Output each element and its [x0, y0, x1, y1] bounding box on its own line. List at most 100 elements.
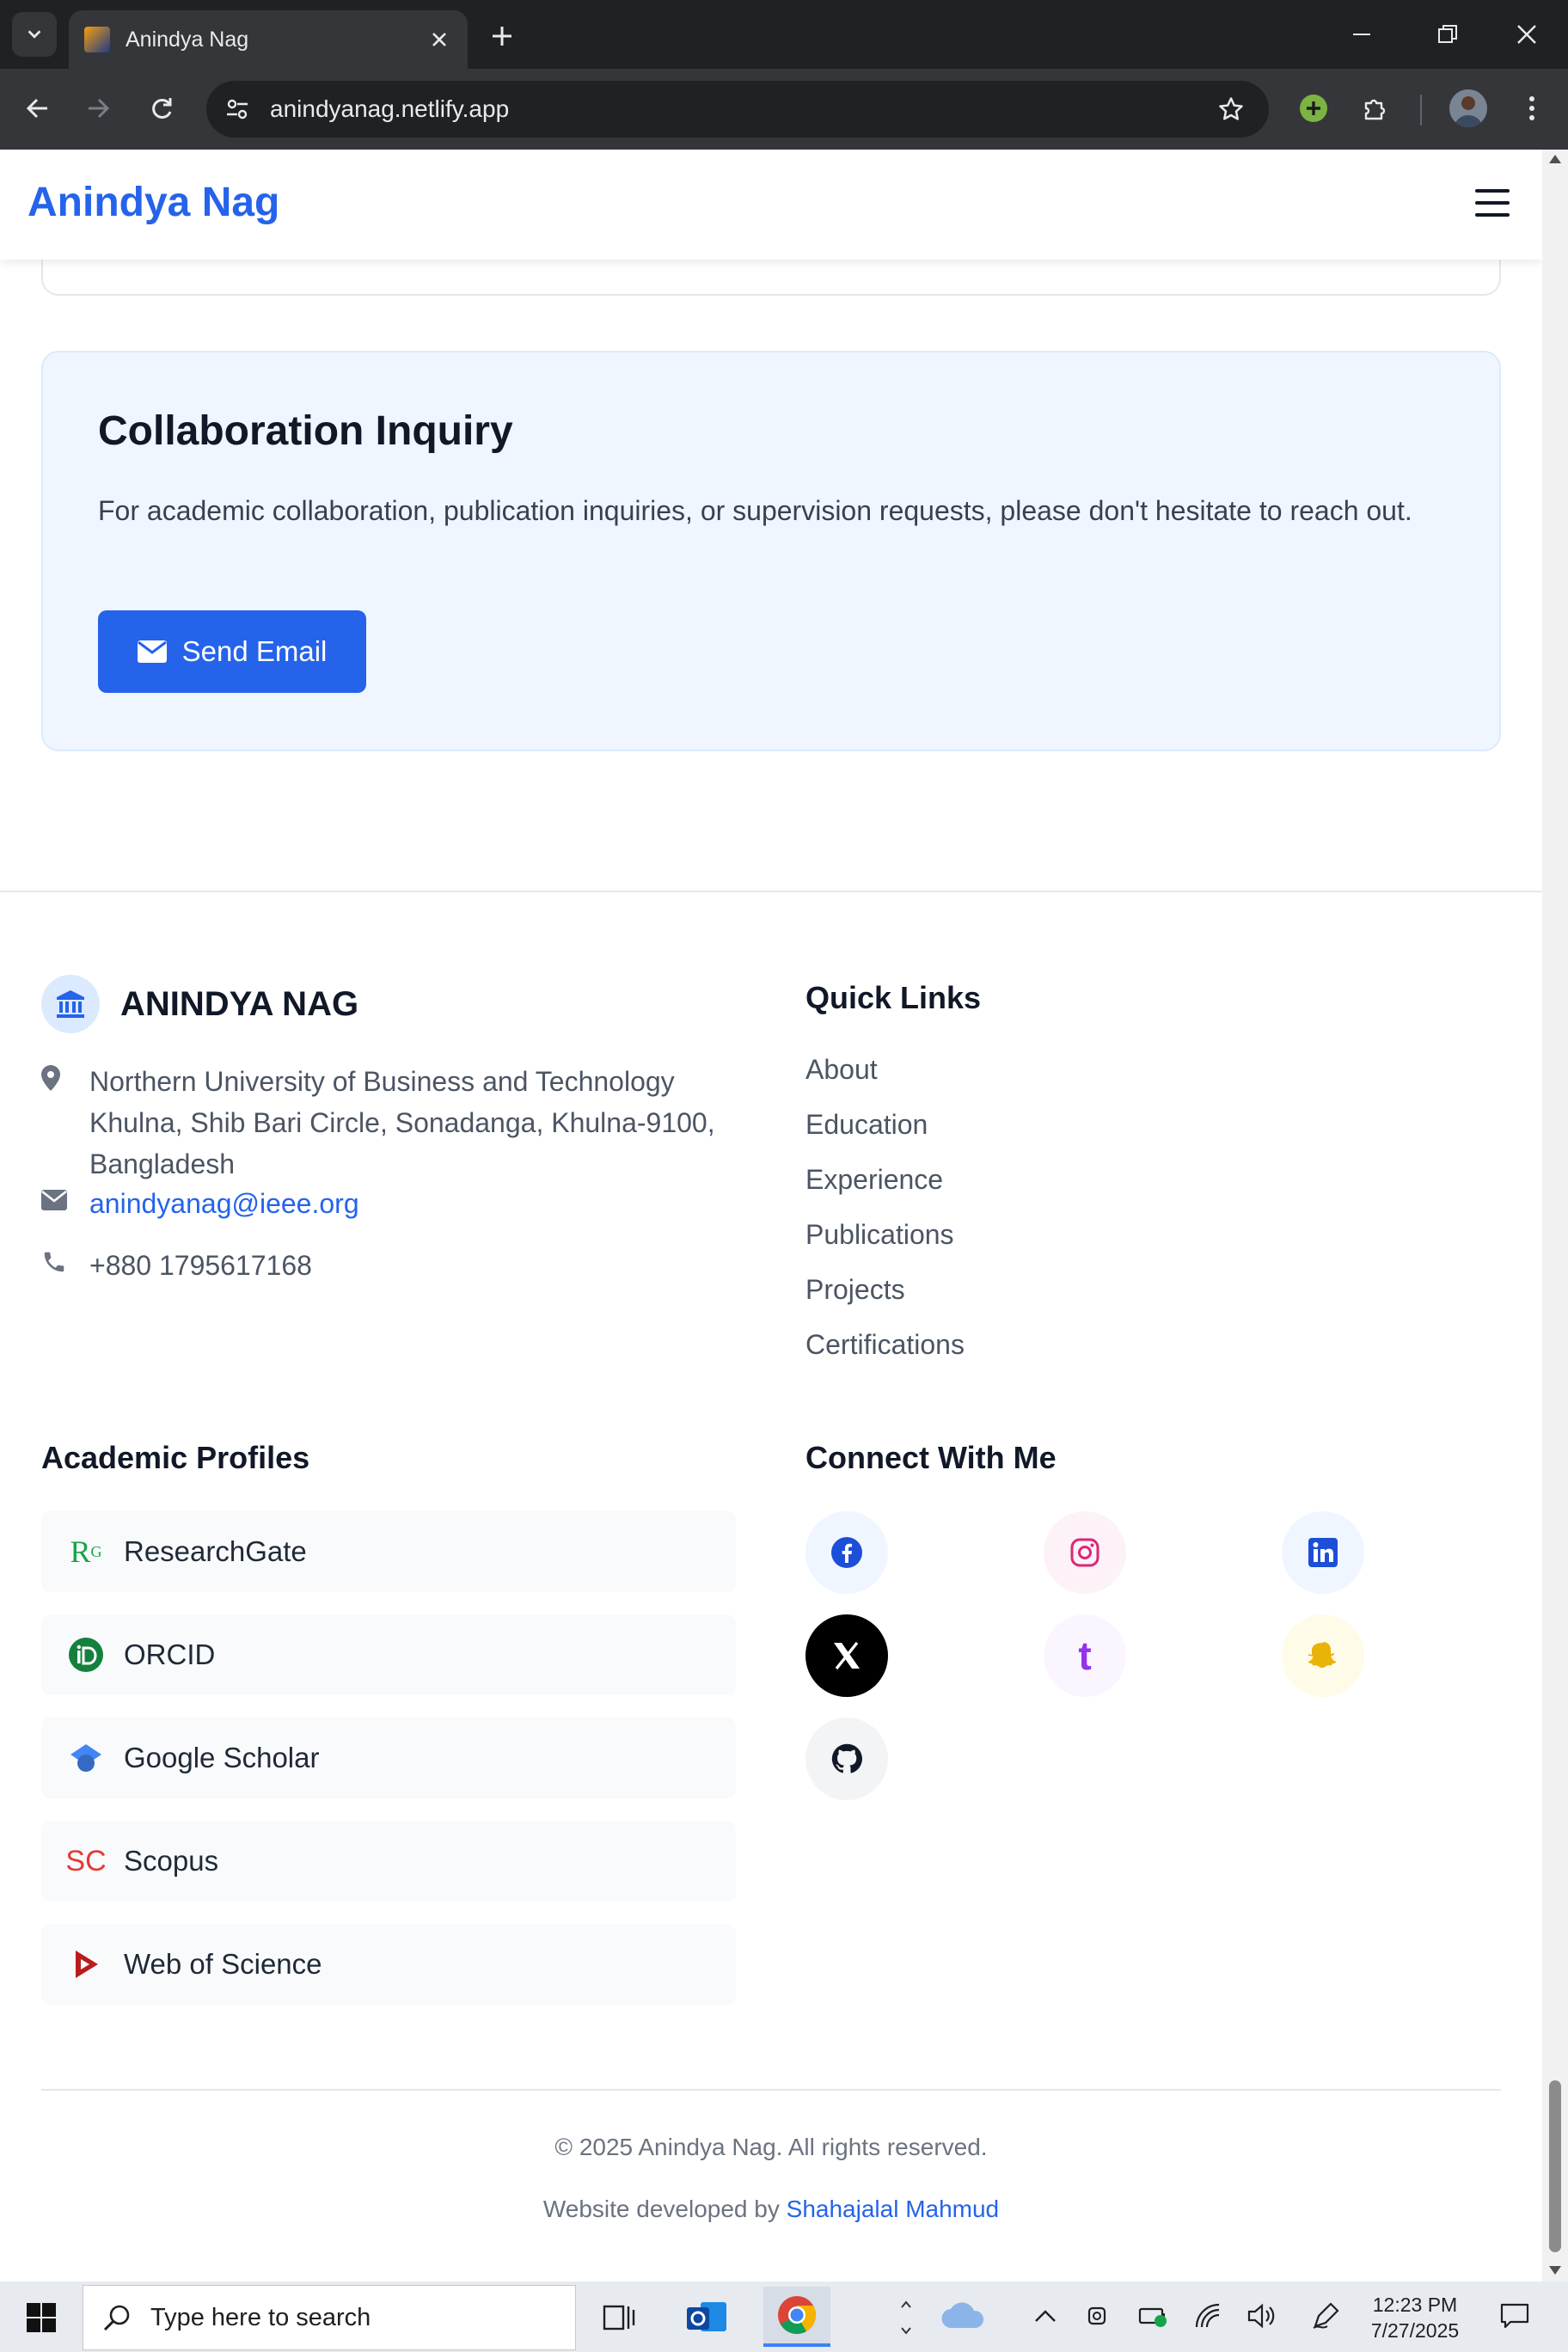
browser-tab-strip: Anindya Nag: [0, 0, 1568, 69]
wifi-icon: [1195, 2303, 1220, 2328]
tab-title: Anindya Nag: [126, 27, 249, 52]
scroll-up-arrow-icon[interactable]: [1549, 155, 1561, 163]
scrollbar-thumb[interactable]: [1549, 2080, 1561, 2252]
battery-tray[interactable]: [1136, 2299, 1171, 2333]
meet-tray[interactable]: [1081, 2299, 1116, 2333]
address-bar[interactable]: anindyanag.netlify.app: [206, 81, 1269, 138]
close-icon: [1517, 25, 1536, 44]
tumblr-button[interactable]: t: [1044, 1614, 1126, 1697]
envelope-icon: [137, 640, 167, 663]
quick-link-experience[interactable]: Experience: [805, 1164, 943, 1196]
collaboration-card: Collaboration Inquiry For academic colla…: [41, 351, 1501, 751]
task-view-button[interactable]: [591, 2290, 646, 2345]
envelope-icon: [41, 1183, 69, 1217]
footer-address: Northern University of Business and Tech…: [41, 1061, 729, 1185]
forward-button[interactable]: [77, 88, 119, 129]
developed-by-text: Website developed by: [542, 2196, 780, 2222]
developer-link[interactable]: Shahajalal Mahmud: [787, 2196, 1000, 2222]
task-view-icon: [603, 2305, 635, 2331]
search-icon: [103, 2305, 130, 2331]
start-button[interactable]: [17, 2294, 65, 2342]
menu-button[interactable]: [1472, 184, 1513, 222]
show-hidden-icons[interactable]: [1028, 2299, 1063, 2333]
x-button[interactable]: [805, 1614, 888, 1697]
linkedin-button[interactable]: [1282, 1511, 1364, 1594]
avatar-icon: [1455, 96, 1482, 127]
browser-menu-button[interactable]: [1511, 88, 1553, 129]
clock-time: 12:23 PM: [1372, 2294, 1458, 2316]
footer-bottom-divider: [41, 2089, 1501, 2091]
taskbar-clock[interactable]: 12:23 PM 7/27/2025: [1362, 2292, 1468, 2343]
minimize-icon: [1353, 34, 1370, 35]
researchgate-icon: RG: [70, 1534, 102, 1569]
quick-link-publications[interactable]: Publications: [805, 1219, 954, 1251]
back-button[interactable]: [17, 88, 58, 129]
snapchat-button[interactable]: [1282, 1614, 1364, 1697]
snapchat-icon: [1308, 1642, 1337, 1668]
arrow-left-icon: [26, 98, 47, 119]
pen-tray[interactable]: [1308, 2299, 1343, 2333]
connect-title: Connect With Me: [805, 1440, 1057, 1475]
profile-google-scholar[interactable]: Google Scholar: [41, 1718, 736, 1798]
browser-tab[interactable]: Anindya Nag: [69, 10, 468, 69]
page-viewport: Anindya Nag Collaboration Inquiry For ac…: [0, 150, 1542, 2282]
tab-search-button[interactable]: [12, 12, 57, 57]
close-icon: [432, 33, 446, 46]
page-scrollbar[interactable]: [1542, 150, 1568, 2282]
footer-divider: [0, 891, 1542, 892]
x-icon: [834, 1642, 860, 1669]
profile-researchgate[interactable]: RG ResearchGate: [41, 1511, 736, 1592]
instagram-button[interactable]: [1044, 1511, 1126, 1594]
battery-icon: [1138, 2307, 1167, 2327]
facebook-button[interactable]: [805, 1511, 888, 1594]
site-header: Anindya Nag: [0, 150, 1542, 260]
close-tab-button[interactable]: [426, 27, 452, 52]
github-button[interactable]: [805, 1718, 888, 1800]
chrome-app[interactable]: [763, 2287, 830, 2347]
profile-label: Scopus: [124, 1845, 219, 1877]
profile-orcid[interactable]: ORCID: [41, 1614, 736, 1695]
bookmark-button[interactable]: [1210, 89, 1252, 130]
quick-link-education[interactable]: Education: [805, 1109, 928, 1141]
site-brand-link[interactable]: Anindya Nag: [28, 179, 279, 226]
taskbar-scroll[interactable]: [889, 2287, 923, 2349]
onedrive-tray[interactable]: [939, 2299, 987, 2333]
send-email-button[interactable]: Send Email: [98, 610, 366, 693]
reload-button[interactable]: [141, 88, 182, 129]
restore-button[interactable]: [1429, 15, 1467, 53]
volume-tray[interactable]: [1245, 2299, 1279, 2333]
scroll-down-arrow-icon[interactable]: [1549, 2266, 1561, 2275]
chevron-down-icon: [901, 2327, 911, 2335]
instagram-icon: [1070, 1538, 1099, 1567]
search-placeholder: Type here to search: [150, 2303, 371, 2331]
star-icon: [1219, 97, 1243, 120]
institution-logo: [41, 975, 100, 1033]
google-scholar-icon: [67, 1739, 105, 1777]
profile-avatar[interactable]: [1449, 89, 1487, 127]
notification-center[interactable]: [1494, 2299, 1535, 2333]
quick-link-certifications[interactable]: Certifications: [805, 1329, 965, 1361]
hamburger-icon: [1475, 201, 1510, 205]
extensions-button[interactable]: [1355, 88, 1396, 129]
network-tray[interactable]: [1191, 2299, 1226, 2333]
facebook-icon: [831, 1537, 862, 1568]
reload-icon: [152, 98, 172, 119]
chrome-icon: [778, 2296, 816, 2334]
outlook-icon: [687, 2302, 726, 2331]
minimize-button[interactable]: [1343, 15, 1381, 53]
outlook-app[interactable]: [679, 2290, 734, 2345]
new-tab-button[interactable]: [485, 19, 519, 53]
quick-link-about[interactable]: About: [805, 1054, 878, 1086]
profile-label: ResearchGate: [124, 1535, 307, 1567]
close-window-button[interactable]: [1508, 15, 1546, 53]
taskbar-search[interactable]: Type here to search: [83, 2285, 576, 2350]
email-link[interactable]: anindyanag@ieee.org: [89, 1183, 359, 1224]
profile-scopus[interactable]: SC Scopus: [41, 1821, 736, 1902]
collaboration-text: For academic collaboration, publication …: [98, 495, 1412, 526]
tumblr-icon: t: [1078, 1633, 1092, 1678]
profile-web-of-science[interactable]: Web of Science: [41, 1924, 736, 2005]
site-info-button[interactable]: [217, 89, 258, 130]
quick-link-projects[interactable]: Projects: [805, 1274, 905, 1306]
extension-add-button[interactable]: [1293, 88, 1334, 129]
hamburger-icon: [1475, 189, 1510, 193]
